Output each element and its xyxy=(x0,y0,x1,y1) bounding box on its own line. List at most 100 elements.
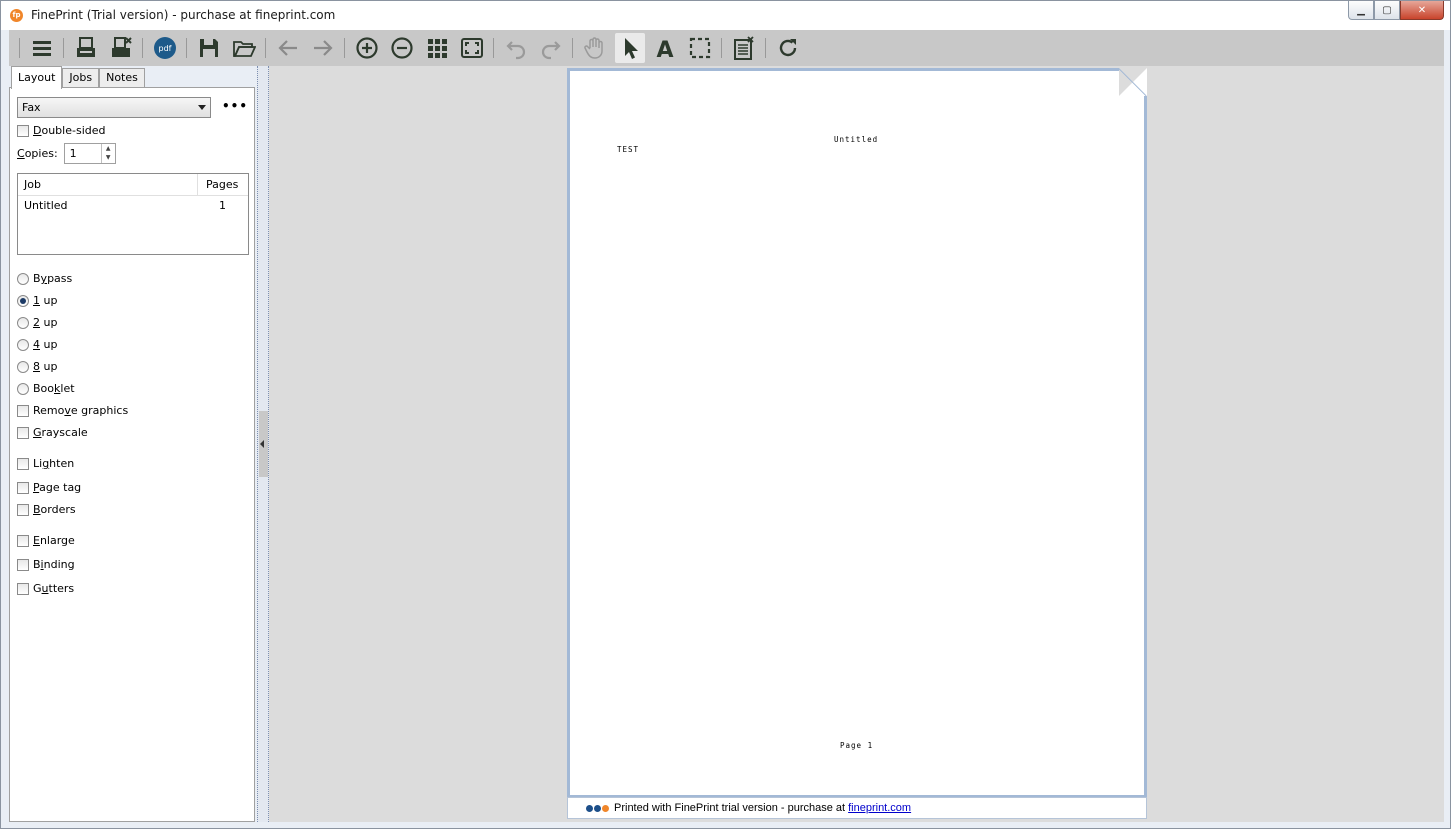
checkbox-box[interactable] xyxy=(17,426,29,439)
label-post: up xyxy=(40,316,58,329)
undo-button[interactable] xyxy=(501,33,531,63)
text-icon: A xyxy=(656,38,673,60)
undo-icon xyxy=(505,41,525,60)
print-button[interactable] xyxy=(71,33,101,63)
pdf-button[interactable]: pdf xyxy=(150,33,180,63)
checkbox-label: Page tag xyxy=(33,481,81,494)
zoom-in-button[interactable] xyxy=(352,33,382,63)
toolbar-separator xyxy=(572,38,573,58)
radio-button[interactable] xyxy=(17,360,29,373)
purchase-link[interactable]: fineprint.com xyxy=(848,802,911,814)
radio-button[interactable] xyxy=(17,272,29,285)
logo-dot-3 xyxy=(602,804,609,812)
copies-value[interactable]: 1 xyxy=(70,147,77,160)
spin-down-icon[interactable]: ▼ xyxy=(102,153,115,162)
option-checkbox-5[interactable]: Enlarge xyxy=(17,534,75,547)
preview-page[interactable]: Untitled TEST Page 1 xyxy=(567,68,1147,798)
fit-page-button[interactable] xyxy=(457,33,487,63)
maximize-icon: ▢ xyxy=(1382,4,1392,16)
layout-radio-5[interactable]: Booklet xyxy=(17,382,75,395)
menu-button[interactable] xyxy=(27,33,57,63)
app-window: fp FinePrint (Trial version) - purchase … xyxy=(0,0,1451,829)
label-pre: Boo xyxy=(33,382,55,395)
layout-radio-4[interactable]: 8 up xyxy=(17,360,57,373)
text-tool-button[interactable]: A xyxy=(650,33,680,63)
back-button[interactable] xyxy=(273,33,303,63)
radio-button[interactable] xyxy=(17,382,29,395)
maximize-button[interactable]: ▢ xyxy=(1374,1,1400,20)
checkbox-box[interactable] xyxy=(17,124,29,137)
more-options-button[interactable]: ••• xyxy=(222,99,248,113)
layout-radio-1[interactable]: 1 up xyxy=(17,294,57,307)
copies-spinner[interactable]: ▲ ▼ xyxy=(100,144,115,163)
option-checkbox-3[interactable]: Page tag xyxy=(17,481,81,494)
radio-button[interactable] xyxy=(17,294,29,307)
checkbox-box[interactable] xyxy=(17,534,29,547)
option-checkbox-0[interactable]: Remove graphics xyxy=(17,404,128,417)
checkbox-label: Remove graphics xyxy=(33,404,128,417)
radio-button[interactable] xyxy=(17,316,29,329)
printer-select[interactable]: Fax xyxy=(17,97,211,118)
minimize-button[interactable]: ▁ xyxy=(1348,1,1374,20)
print-delete-button[interactable] xyxy=(106,33,136,63)
checkbox-box[interactable] xyxy=(17,404,29,417)
checkbox-box[interactable] xyxy=(17,558,29,571)
label-pre: G xyxy=(33,582,42,595)
save-icon xyxy=(199,39,218,57)
collapse-panel-handle[interactable] xyxy=(259,411,268,477)
open-button[interactable] xyxy=(229,33,259,63)
option-checkbox-2[interactable]: Lighten xyxy=(17,457,74,470)
arrow-right-icon xyxy=(313,40,333,56)
column-header-pages[interactable]: Pages xyxy=(198,174,248,195)
app-logo-icon: fp xyxy=(10,9,23,22)
tab-notes[interactable]: Notes xyxy=(99,68,145,88)
zoom-out-button[interactable] xyxy=(387,33,417,63)
folder-open-icon xyxy=(232,41,256,57)
layout-radio-0[interactable]: Bypass xyxy=(17,272,72,285)
refresh-button[interactable] xyxy=(773,33,803,63)
pan-button[interactable] xyxy=(580,33,610,63)
checkbox-box[interactable] xyxy=(17,457,29,470)
option-checkbox-1[interactable]: Grayscale xyxy=(17,426,88,439)
option-checkbox-7[interactable]: Gutters xyxy=(17,582,74,595)
close-button[interactable]: ✕ xyxy=(1400,1,1444,20)
hand-icon xyxy=(583,37,603,59)
tab-layout[interactable]: Layout xyxy=(11,66,63,89)
title-bar: fp FinePrint (Trial version) - purchase … xyxy=(1,1,1450,30)
arrow-left-icon xyxy=(277,40,297,56)
column-header-job[interactable]: Job xyxy=(18,174,198,195)
svg-text:pdf: pdf xyxy=(158,44,171,53)
side-panel: Layout Jobs Notes Fax ••• Double-sided C… xyxy=(9,66,257,822)
layout-radio-3[interactable]: 4 up xyxy=(17,338,57,351)
job-name: Untitled xyxy=(24,199,68,212)
delete-page-button[interactable] xyxy=(729,33,759,63)
checkbox-box[interactable] xyxy=(17,481,29,494)
forward-button[interactable] xyxy=(308,33,338,63)
label-pre: Remo xyxy=(33,404,65,417)
radio-button[interactable] xyxy=(17,338,29,351)
double-sided-checkbox[interactable]: Double-sided xyxy=(17,124,105,137)
label-post: up xyxy=(40,294,58,307)
thumbnails-button[interactable] xyxy=(422,33,452,63)
table-row[interactable]: Untitled 1 xyxy=(18,196,248,216)
pdf-icon: pdf xyxy=(153,37,176,59)
mnemonic: 8 xyxy=(33,360,40,373)
redo-button[interactable] xyxy=(536,33,566,63)
minimize-icon: ▁ xyxy=(1357,4,1365,16)
pointer-icon xyxy=(624,38,638,59)
area-select-button[interactable] xyxy=(685,33,715,63)
select-tool-button[interactable] xyxy=(614,33,645,63)
label-post: nlarge xyxy=(39,534,75,547)
label-post: age tag xyxy=(39,481,82,494)
close-icon: ✕ xyxy=(1417,4,1427,16)
copies-stepper[interactable]: 1 ▲ ▼ xyxy=(63,143,116,164)
label-post: let xyxy=(60,382,75,395)
checkbox-box[interactable] xyxy=(17,582,29,595)
option-checkbox-6[interactable]: Binding xyxy=(17,558,75,571)
layout-radio-2[interactable]: 2 up xyxy=(17,316,57,329)
checkbox-box[interactable] xyxy=(17,503,29,516)
spin-up-icon[interactable]: ▲ xyxy=(102,144,115,153)
option-checkbox-4[interactable]: Borders xyxy=(17,503,76,516)
tab-jobs[interactable]: Jobs xyxy=(62,68,100,88)
save-button[interactable] xyxy=(194,33,224,63)
